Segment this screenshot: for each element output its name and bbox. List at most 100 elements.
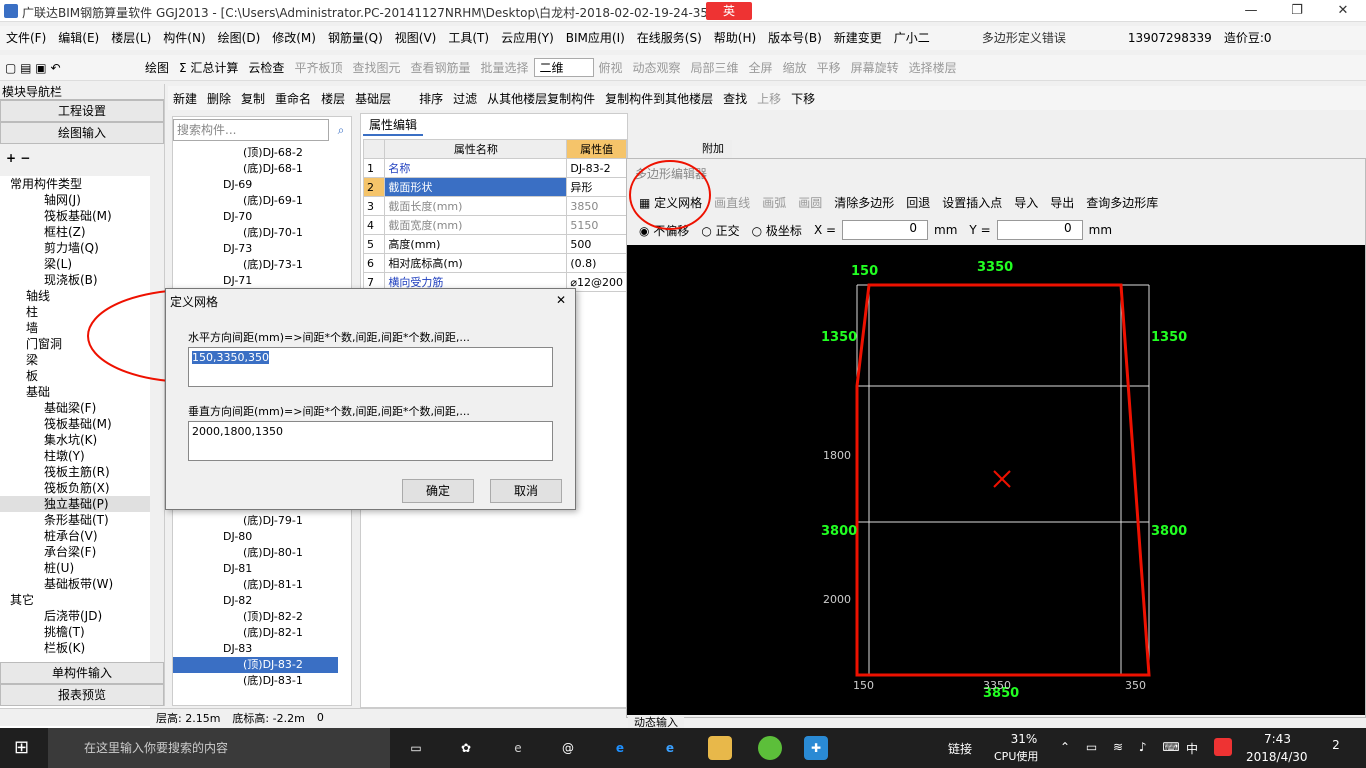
minimize-button[interactable]: — <box>1228 0 1274 22</box>
list-item[interactable]: DJ-69 <box>173 177 338 193</box>
top-view-button[interactable]: 俯视 <box>594 59 628 76</box>
sort-button[interactable]: 排序 <box>414 90 448 107</box>
set-insert-point-button[interactable]: 设置插入点 <box>936 194 1008 211</box>
align-slab-button[interactable]: 平齐板顶 <box>289 59 347 76</box>
tree-node[interactable]: 梁 <box>0 352 150 368</box>
app-swirl-icon[interactable]: @ <box>556 736 580 760</box>
list-item[interactable]: DJ-71 <box>173 273 338 289</box>
list-item[interactable]: (底)DJ-69-1 <box>173 193 338 209</box>
menu-file[interactable]: 文件(F) <box>0 26 52 50</box>
maximize-button[interactable]: ❐ <box>1274 0 1320 22</box>
tree-node[interactable]: 筏板基础(M) <box>0 208 150 224</box>
clear-polygon-button[interactable]: 清除多边形 <box>828 194 900 211</box>
batch-select-button[interactable]: 批量选择 <box>475 59 533 76</box>
radio-polar[interactable]: ○ 极坐标 <box>746 222 808 239</box>
list-item[interactable]: (底)DJ-68-1 <box>173 161 338 177</box>
select-floor-button[interactable]: 选择楼层 <box>904 59 962 76</box>
tree-node[interactable]: 挑檐(T) <box>0 624 150 640</box>
menu-new-change[interactable]: 新建变更 <box>828 26 888 50</box>
menu-version[interactable]: 版本号(B) <box>762 26 828 50</box>
list-item[interactable]: (顶)DJ-68-2 <box>173 145 338 161</box>
list-item[interactable]: DJ-83 <box>173 641 338 657</box>
tree-node[interactable]: 条形基础(T) <box>0 512 150 528</box>
menu-bim[interactable]: BIM应用(I) <box>560 26 631 50</box>
ime-lang-indicator[interactable]: 中 <box>1186 740 1198 757</box>
list-item[interactable]: DJ-70 <box>173 209 338 225</box>
move-up-button[interactable]: 上移 <box>752 90 786 107</box>
copy-to-floor-button[interactable]: 复制构件到其他楼层 <box>600 90 718 107</box>
report-preview-button[interactable]: 报表预览 <box>0 684 164 706</box>
table-row[interactable]: 3 截面长度(mm) 3850 <box>362 196 627 216</box>
cancel-button[interactable]: 取消 <box>490 479 562 503</box>
query-polygon-lib-button[interactable]: 查询多边形库 <box>1080 194 1164 211</box>
draw-circle-button[interactable]: 画圆 <box>792 194 828 211</box>
fullscreen-button[interactable]: 全屏 <box>744 59 778 76</box>
tree-node[interactable]: 桩承台(V) <box>0 528 150 544</box>
list-item[interactable]: (底)DJ-83-1 <box>173 673 338 689</box>
tree-node[interactable]: 其它 <box>0 592 150 608</box>
ok-button[interactable]: 确定 <box>402 479 474 503</box>
file-explorer-icon[interactable] <box>708 736 732 760</box>
list-item[interactable]: DJ-82 <box>173 593 338 609</box>
move-down-button[interactable]: 下移 <box>786 90 820 107</box>
find-element-button[interactable]: 查找图元 <box>347 59 405 76</box>
filter-button[interactable]: 过滤 <box>448 90 482 107</box>
search-icon[interactable]: ⌕ <box>331 119 351 141</box>
list-item[interactable]: (底)DJ-81-1 <box>173 577 338 593</box>
pan-button[interactable]: 平移 <box>812 59 846 76</box>
tree-node[interactable]: 筏板主筋(R) <box>0 464 150 480</box>
draw-button[interactable]: 绘图 <box>140 59 174 76</box>
tree-node[interactable]: 基础板带(W) <box>0 576 150 592</box>
tree-node[interactable]: 现浇板(B) <box>0 272 150 288</box>
list-item-selected[interactable]: (顶)DJ-83-2 <box>173 657 338 673</box>
tab-property-edit[interactable]: 属性编辑 <box>363 114 424 136</box>
menu-online[interactable]: 在线服务(S) <box>631 26 708 50</box>
green-app-icon[interactable] <box>758 736 782 760</box>
windows-start-icon[interactable]: ⊞ <box>14 738 34 758</box>
component-search-input[interactable]: 搜索构件... <box>173 119 329 141</box>
list-item[interactable]: (底)DJ-82-1 <box>173 625 338 641</box>
tree-node[interactable]: 常用构件类型 <box>0 176 150 192</box>
glodon-app-icon[interactable]: ✚ <box>804 736 828 760</box>
copy-button[interactable]: 复制 <box>236 90 270 107</box>
account-phone[interactable]: 13907298339 <box>1122 26 1218 50</box>
edge-browser-icon[interactable]: e <box>608 736 632 760</box>
list-item[interactable]: (底)DJ-70-1 <box>173 225 338 241</box>
tree-node[interactable]: 轴网(J) <box>0 192 150 208</box>
tree-node[interactable]: 板 <box>0 368 150 384</box>
clock-time[interactable]: 7:43 <box>1264 732 1291 746</box>
table-row[interactable]: 1 名称 DJ-83-2 <box>362 158 627 178</box>
tree-node[interactable]: 栏板(K) <box>0 640 150 656</box>
tree-node[interactable]: 基础梁(F) <box>0 400 150 416</box>
tree-node[interactable]: 承台梁(F) <box>0 544 150 560</box>
tree-node[interactable]: 柱 <box>0 304 150 320</box>
list-item[interactable]: DJ-81 <box>173 561 338 577</box>
list-item[interactable]: DJ-73 <box>173 241 338 257</box>
y-input[interactable]: 0 <box>996 220 1083 240</box>
ie-legacy-icon[interactable]: e <box>506 736 530 760</box>
expand-collapse-icons[interactable]: + − <box>0 144 164 172</box>
menu-guangxiaoer[interactable]: 广小二 <box>888 26 936 50</box>
cloud-check-button[interactable]: 云检查 <box>243 59 289 76</box>
draw-line-button[interactable]: 画直线 <box>708 194 756 211</box>
polygon-canvas[interactable]: 150 3350 1350 1350 3800 3800 3850 1800 2… <box>627 245 1365 715</box>
radio-no-offset[interactable]: ◉ 不偏移 <box>633 222 695 239</box>
sum-calc-button[interactable]: Σ 汇总计算 <box>174 59 243 76</box>
menu-floor[interactable]: 楼层(L) <box>105 26 157 50</box>
clock-date[interactable]: 2018/4/30 <box>1246 750 1308 764</box>
single-input-button[interactable]: 单构件输入 <box>0 662 164 684</box>
task-view-icon[interactable]: ▭ <box>404 736 428 760</box>
local-3d-button[interactable]: 局部三维 <box>686 59 744 76</box>
table-row-selected[interactable]: 2 截面形状 异形 <box>362 177 627 197</box>
list-item[interactable]: (底)DJ-80-1 <box>173 545 338 561</box>
file-tool-icons[interactable]: ▢ ▤ ▣ ↶ <box>0 61 140 75</box>
list-item[interactable]: (顶)DJ-82-2 <box>173 609 338 625</box>
polygon-drawing[interactable]: 150 3350 1350 1350 3800 3800 3850 1800 2… <box>627 245 1365 715</box>
find-button[interactable]: 查找 <box>718 90 752 107</box>
ime-indicator[interactable]: 英 <box>706 2 752 20</box>
tree-node[interactable]: 框柱(Z) <box>0 224 150 240</box>
tray-link-label[interactable]: 链接 <box>948 740 972 757</box>
list-item[interactable]: (底)DJ-79-1 <box>173 513 338 529</box>
menu-cloud[interactable]: 云应用(Y) <box>495 26 560 50</box>
tree-node[interactable]: 基础 <box>0 384 150 400</box>
